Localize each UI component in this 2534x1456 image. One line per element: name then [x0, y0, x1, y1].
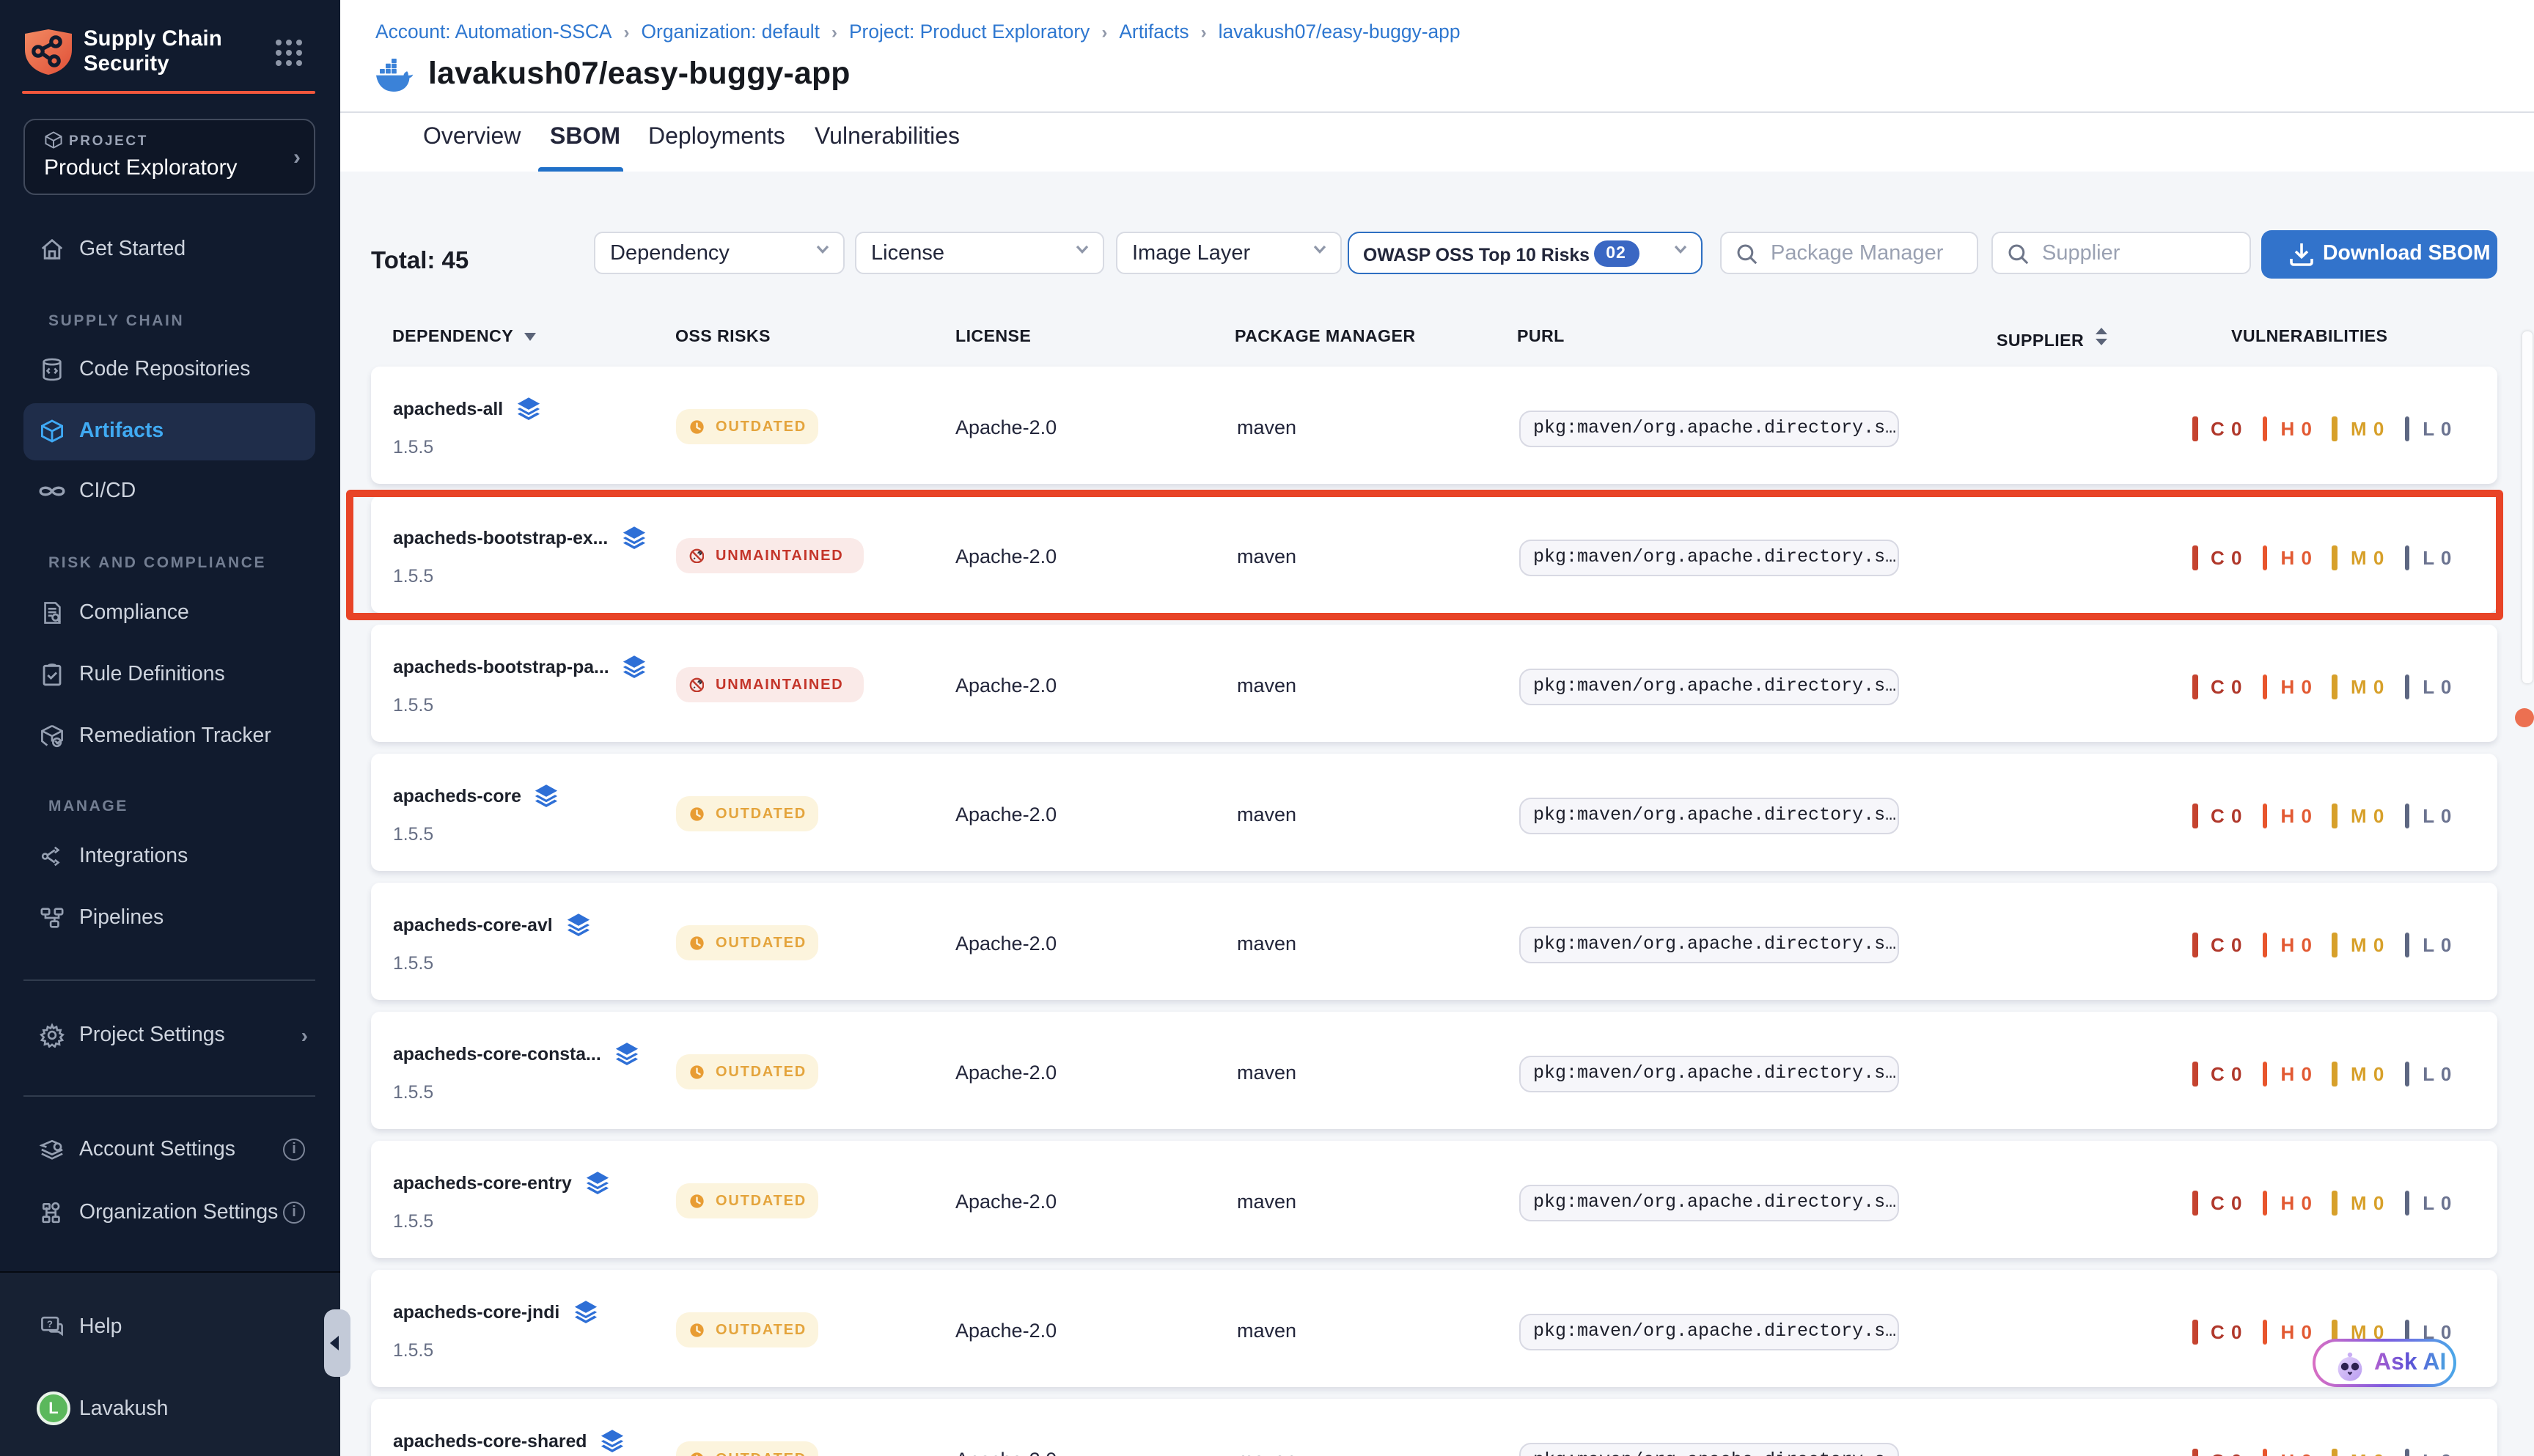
svg-text:?: ?	[47, 1318, 53, 1329]
